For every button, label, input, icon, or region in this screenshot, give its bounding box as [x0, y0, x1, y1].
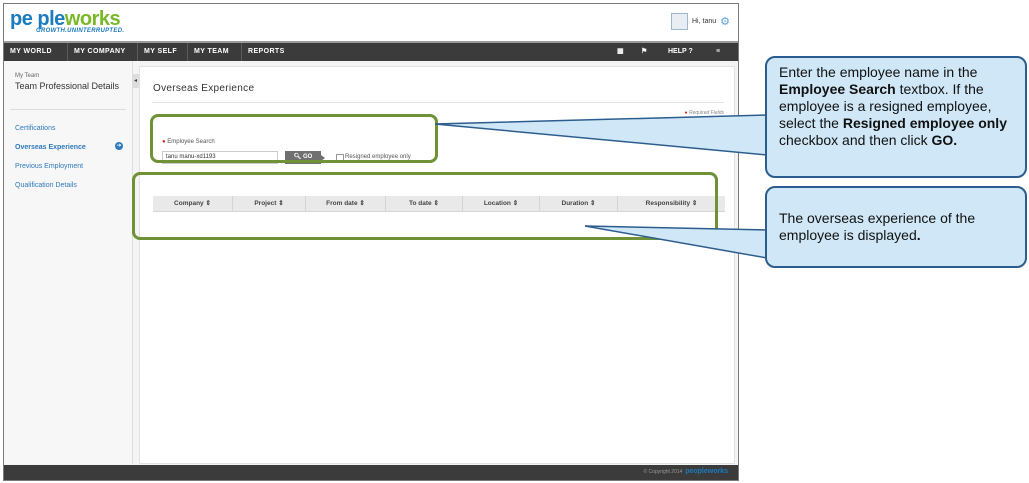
- main-navbar: MY WORLD MY COMPANY MY SELF MY TEAM REPO…: [4, 41, 738, 61]
- gear-icon[interactable]: ⚙: [720, 15, 730, 28]
- app-header: pe pleworks GROWTH.UNINTERRUPTED. Hi, ta…: [4, 4, 738, 42]
- search-instruction-callout: Enter the employee name in the Employee …: [765, 56, 1027, 178]
- avatar[interactable]: [671, 13, 688, 30]
- sidebar-item-previous-employment[interactable]: Previous Employment: [15, 163, 83, 170]
- nav-my-self[interactable]: MY SELF: [138, 43, 188, 61]
- app-window: pe pleworks GROWTH.UNINTERRUPTED. Hi, ta…: [3, 3, 739, 481]
- sidebar: My Team Team Professional Details Certif…: [4, 61, 133, 464]
- sidebar-subtitle: My Team: [15, 73, 40, 79]
- app-footer: © Copyright 2014 peopleworks: [4, 465, 738, 480]
- peopleworks-logo[interactable]: pe pleworks GROWTH.UNINTERRUPTED.: [10, 9, 124, 34]
- table-highlight-box: [132, 172, 718, 240]
- book-icon[interactable]: ▦: [617, 43, 624, 61]
- help-icon: ?: [688, 48, 693, 55]
- sidebar-item-overseas-experience[interactable]: Overseas Experience: [15, 144, 86, 151]
- menu-icon[interactable]: ≡: [716, 43, 720, 61]
- title-divider: [152, 102, 724, 103]
- sidebar-collapse-toggle[interactable]: ◂: [132, 74, 139, 88]
- flag-icon[interactable]: ⚑: [641, 43, 647, 61]
- user-greeting: Hi, tanu: [692, 18, 717, 25]
- help-link[interactable]: HELP ?: [668, 43, 693, 61]
- search-highlight-box: [150, 114, 438, 163]
- nav-reports[interactable]: REPORTS: [242, 43, 292, 61]
- page-title: Overseas Experience: [153, 83, 255, 94]
- required-fields-note: ● Required Fields: [684, 110, 724, 116]
- copyright-text: © Copyright 2014 peopleworks: [643, 468, 728, 475]
- arrow-right-icon: ➜: [115, 142, 123, 150]
- table-description-callout: The overseas experience of the employee …: [765, 186, 1027, 268]
- user-area: Hi, tanu ⚙: [671, 13, 730, 30]
- sidebar-item-certifications[interactable]: Certifications: [15, 125, 55, 132]
- nav-my-company[interactable]: MY COMPANY: [68, 43, 138, 61]
- nav-my-world[interactable]: MY WORLD: [4, 43, 68, 61]
- help-label: HELP: [668, 48, 687, 55]
- sidebar-divider: [10, 109, 126, 110]
- sidebar-title: Team Professional Details: [15, 81, 120, 91]
- logo-tagline: GROWTH.UNINTERRUPTED.: [36, 28, 125, 34]
- sidebar-item-qualification-details[interactable]: Qualification Details: [15, 182, 77, 189]
- nav-my-team[interactable]: MY TEAM: [188, 43, 242, 61]
